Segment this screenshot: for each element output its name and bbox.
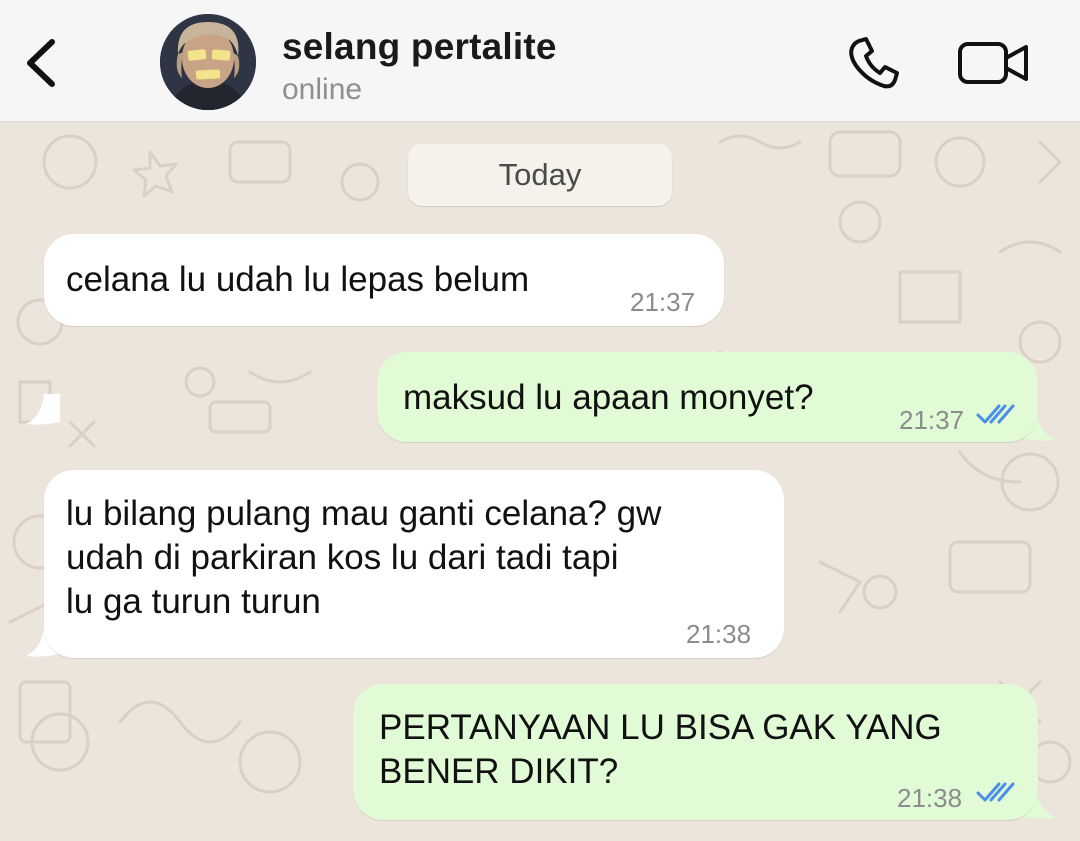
avatar-photo	[160, 14, 256, 110]
contact-status: online	[282, 73, 363, 106]
message-time: 21:37	[899, 405, 965, 435]
bubble-tail-incoming	[26, 394, 60, 425]
message-time: 21:37	[630, 287, 696, 317]
message-time: 21:38	[686, 619, 752, 649]
double-check-icon	[976, 404, 1015, 424]
message-outgoing[interactable]: maksud lu apaan monyet? 21:37	[377, 352, 1038, 442]
phone-icon	[849, 37, 899, 89]
video-camera-icon	[958, 42, 1028, 84]
voice-call-button[interactable]	[844, 34, 904, 94]
chevron-left-icon	[27, 39, 55, 87]
message-time: 21:38	[897, 783, 963, 813]
date-divider: Today	[408, 144, 672, 206]
chat-header: selang pertalite online	[0, 0, 1080, 122]
message-text: lu bilang pulang mau ganti celana? gw ud…	[66, 494, 662, 621]
message-text: PERTANYAAN LU BISA GAK YANG BENER DIKIT?	[379, 708, 942, 791]
message-text: celana lu udah lu lepas belum	[66, 260, 530, 299]
contact-avatar[interactable]	[160, 14, 256, 110]
message-outgoing[interactable]: PERTANYAAN LU BISA GAK YANG BENER DIKIT?…	[353, 684, 1038, 820]
message-incoming[interactable]: celana lu udah lu lepas belum 21:37	[44, 234, 724, 326]
chat-area[interactable]: Today celana lu udah lu lepas belum 21:3…	[0, 122, 1080, 841]
video-call-button[interactable]	[956, 38, 1030, 88]
message-text: maksud lu apaan monyet?	[403, 378, 814, 417]
contact-name[interactable]: selang pertalite	[282, 26, 557, 68]
back-button[interactable]	[22, 38, 62, 88]
double-check-icon	[976, 782, 1015, 802]
message-incoming[interactable]: lu bilang pulang mau ganti celana? gw ud…	[44, 470, 784, 658]
